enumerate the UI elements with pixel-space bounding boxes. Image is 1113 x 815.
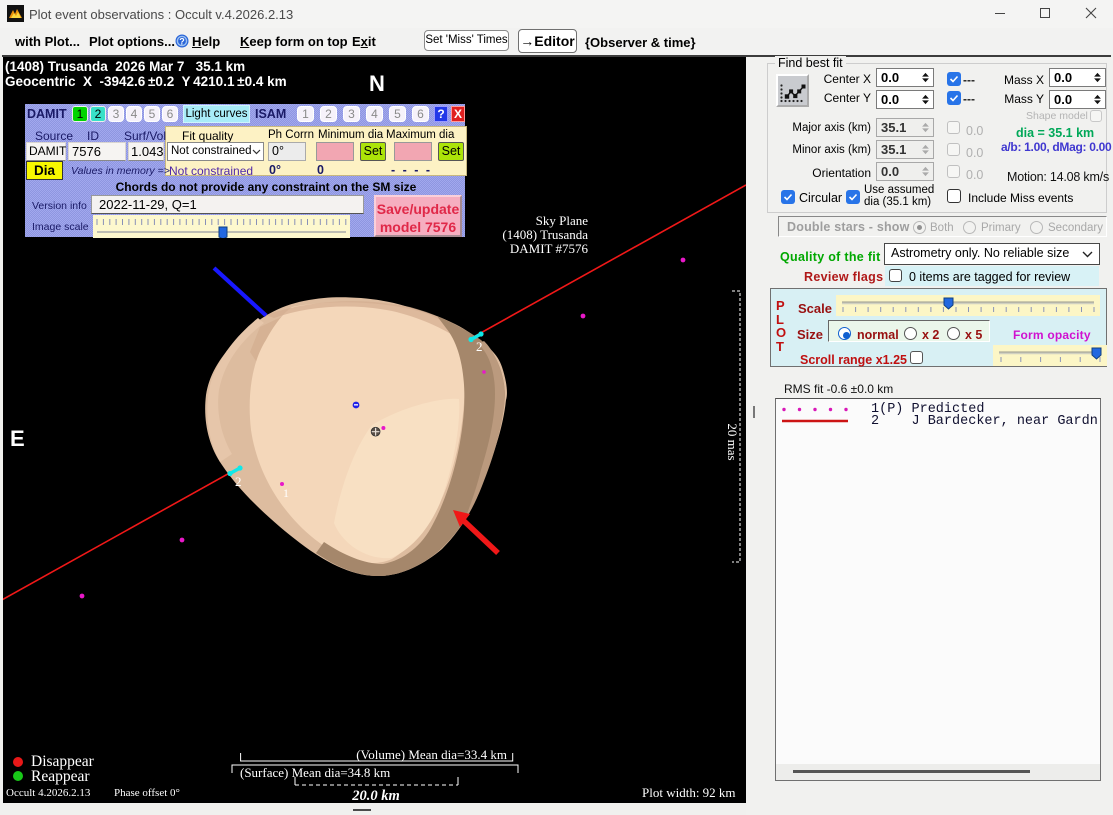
- svg-text:2: 2: [235, 474, 242, 489]
- svg-text:20.0 km: 20.0 km: [351, 788, 400, 803]
- svg-text:(Surface) Mean dia=34.8 km: (Surface) Mean dia=34.8 km: [240, 765, 390, 780]
- svg-text:(Volume) Mean dia=33.4 km: (Volume) Mean dia=33.4 km: [356, 747, 507, 762]
- svg-text:?: ?: [179, 37, 185, 47]
- svg-text:1: 1: [283, 486, 289, 500]
- svg-text:2: 2: [476, 339, 483, 354]
